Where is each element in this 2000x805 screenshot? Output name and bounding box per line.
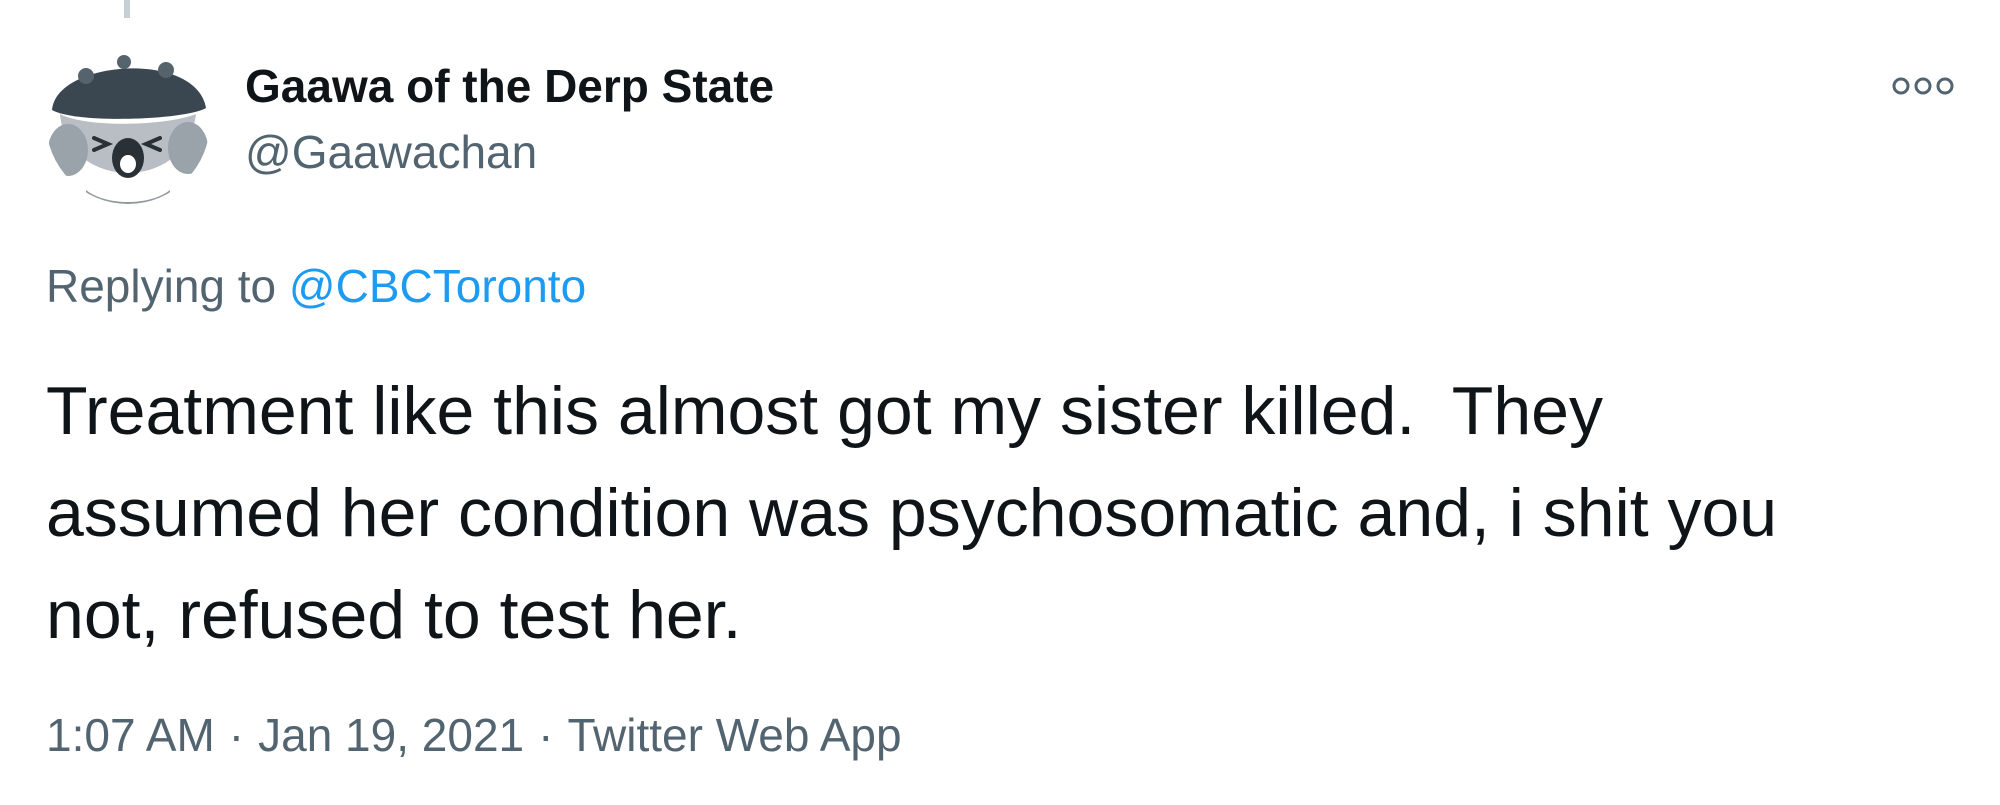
tweet-metadata: 1:07 AM · Jan 19, 2021 · Twitter Web App — [46, 707, 902, 763]
more-options-button[interactable] — [1888, 66, 1958, 106]
author-display-name[interactable]: Gaawa of the Derp State — [245, 58, 774, 114]
tweet-source-link[interactable]: Twitter Web App — [567, 709, 901, 761]
author-avatar[interactable] — [46, 40, 210, 204]
thread-connector-line — [124, 0, 130, 18]
more-options-icon — [1892, 77, 1954, 95]
meta-separator: · — [228, 709, 245, 761]
tweet-time-link[interactable]: 1:07 AM — [46, 709, 215, 761]
author-handle[interactable]: @Gaawachan — [245, 124, 537, 180]
replying-to-label: Replying to — [46, 260, 277, 312]
koala-avatar-icon — [46, 40, 210, 204]
reply-mention-link[interactable]: @CBCToronto — [289, 260, 586, 312]
meta-separator: · — [538, 709, 554, 761]
tweet-text: Treatment like this almost got my sister… — [46, 373, 1778, 653]
tweet-date-link[interactable]: Jan 19, 2021 — [258, 709, 524, 761]
replying-to: Replying to @CBCToronto — [46, 258, 586, 314]
